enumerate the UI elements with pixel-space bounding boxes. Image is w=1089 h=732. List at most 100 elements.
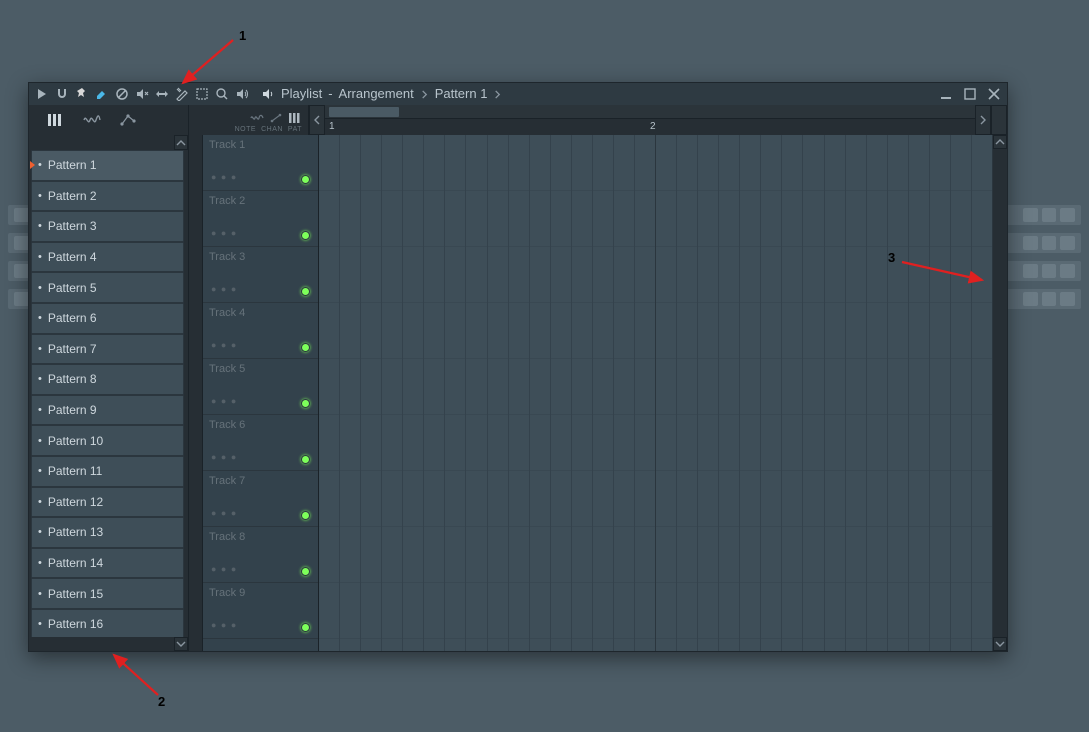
track-header[interactable]: Track 2● ● ● [203,191,318,247]
arrow-1 [178,38,238,93]
pattern-scroll-up[interactable] [174,135,188,150]
paint-icon[interactable] [95,87,109,101]
clip-auto-icon[interactable] [269,111,283,125]
track-mute-led[interactable] [301,231,310,240]
timeline-ruler[interactable]: 1 2 [325,119,975,135]
pattern-item[interactable]: •Pattern 1 [31,150,184,181]
magnet-icon[interactable] [55,87,69,101]
grid-vscroll[interactable] [993,135,1007,651]
pattern-item[interactable]: •Pattern 12 [31,487,184,518]
pattern-scrollbar[interactable] [189,135,203,651]
track-header-column: Track 1● ● ●Track 2● ● ●Track 3● ● ●Trac… [203,135,319,651]
track-header[interactable]: Track 4 ● ● ● [203,303,318,359]
view-patterns-icon[interactable] [47,111,65,129]
pattern-item[interactable]: •Pattern 10 [31,425,184,456]
track-header[interactable]: Track 5 ● ● ● [203,359,318,415]
close-button[interactable] [987,87,1001,101]
bullet-icon: • [38,435,42,447]
maximize-button[interactable] [963,87,977,101]
bullet-icon: • [38,312,42,324]
pattern-item[interactable]: •Pattern 11 [31,456,184,487]
clip-audio-icon[interactable] [250,111,264,125]
minimize-button[interactable] [939,87,953,101]
disable-icon[interactable] [115,87,129,101]
pattern-item[interactable]: •Pattern 3 [31,211,184,242]
track-header[interactable]: Track 1 ● ● ● [203,135,318,191]
pattern-label: Pattern 9 [48,403,97,417]
track-options-icon[interactable]: ● ● ● [211,340,237,350]
play-marker-icon [30,161,35,169]
track-mute-led[interactable] [301,399,310,408]
track-header[interactable]: Track 6● ● ● [203,415,318,471]
bullet-icon: • [38,496,42,508]
track-options-icon[interactable]: ● ● ● [211,228,237,238]
view-automation-icon[interactable] [119,111,137,129]
pattern-item[interactable]: •Pattern 5 [31,272,184,303]
slip-icon[interactable] [155,87,169,101]
titlebar[interactable]: Playlist - Arrangement Pattern 1 [29,83,1007,105]
chevron-right-icon [493,90,502,99]
track-name: Track 4 [209,307,245,319]
timeline-nav-right[interactable] [975,105,991,135]
speaker-icon [261,87,275,101]
pattern-label: Pattern 15 [48,587,103,601]
pattern-item[interactable]: •Pattern 4 [31,242,184,273]
pattern-label: Pattern 11 [48,464,102,478]
clip-pattern-icon[interactable] [288,111,302,125]
arrangement-grid[interactable] [319,135,993,651]
pattern-item[interactable]: •Pattern 8 [31,364,184,395]
grid-scroll-up[interactable] [993,135,1007,149]
timeline-scroll-handle[interactable] [329,107,399,117]
track-options-icon[interactable]: ● ● ● [211,564,237,574]
track-header[interactable]: Track 8● ● ● [203,527,318,583]
track-mute-led[interactable] [301,623,310,632]
grid-scroll-down[interactable] [993,637,1007,651]
pattern-item[interactable]: •Pattern 15 [31,578,184,609]
mute-icon[interactable] [135,87,149,101]
track-options-icon[interactable]: ● ● ● [211,396,237,406]
breadcrumb-pattern[interactable]: Pattern 1 [435,83,488,105]
track-mute-led[interactable] [301,175,310,184]
timeline-nav-left[interactable] [309,105,325,135]
bar-number: 2 [650,121,656,132]
play-icon[interactable] [35,87,49,101]
view-mode-tabs [29,105,189,135]
pattern-item[interactable]: •Pattern 9 [31,395,184,426]
track-options-icon[interactable]: ● ● ● [211,508,237,518]
clip-label-pat: PAT [288,126,302,133]
pattern-item[interactable]: •Pattern 6 [31,303,184,334]
breadcrumb-arrangement[interactable]: Arrangement [339,83,414,105]
pattern-label: Pattern 16 [48,617,103,631]
background-ui-right [1009,195,1089,330]
timeline-scroll[interactable] [325,105,975,119]
pattern-item[interactable]: •Pattern 16 [31,609,184,637]
track-options-icon[interactable]: ● ● ● [211,172,237,182]
pin-icon[interactable] [75,87,89,101]
track-header[interactable]: Track 7● ● ● [203,471,318,527]
pattern-item[interactable]: •Pattern 13 [31,517,184,548]
view-audio-icon[interactable] [83,111,101,129]
breadcrumb[interactable]: Playlist - Arrangement Pattern 1 [261,83,502,105]
clip-label-chan: CHAN [261,126,283,133]
pattern-scroll-down[interactable] [174,637,188,651]
track-mute-led[interactable] [301,455,310,464]
track-name: Track 1 [209,139,245,151]
pattern-label: Pattern 13 [48,525,103,539]
track-header[interactable]: Track 9● ● ● [203,583,318,639]
playlist-window: Playlist - Arrangement Pattern 1 NOTE [28,82,1008,652]
track-header[interactable]: Track 3● ● ● [203,247,318,303]
pattern-item[interactable]: •Pattern 7 [31,334,184,365]
track-mute-led[interactable] [301,287,310,296]
track-mute-led[interactable] [301,343,310,352]
pattern-item[interactable]: •Pattern 14 [31,548,184,579]
pattern-item[interactable]: •Pattern 2 [31,181,184,212]
pattern-label: Pattern 7 [48,342,97,356]
track-name: Track 5 [209,363,245,375]
pattern-label: Pattern 3 [48,219,97,233]
track-options-icon[interactable]: ● ● ● [211,284,237,294]
track-mute-led[interactable] [301,511,310,520]
track-options-icon[interactable]: ● ● ● [211,452,237,462]
timeline-zoom[interactable] [991,105,1007,135]
track-options-icon[interactable]: ● ● ● [211,620,237,630]
track-mute-led[interactable] [301,567,310,576]
